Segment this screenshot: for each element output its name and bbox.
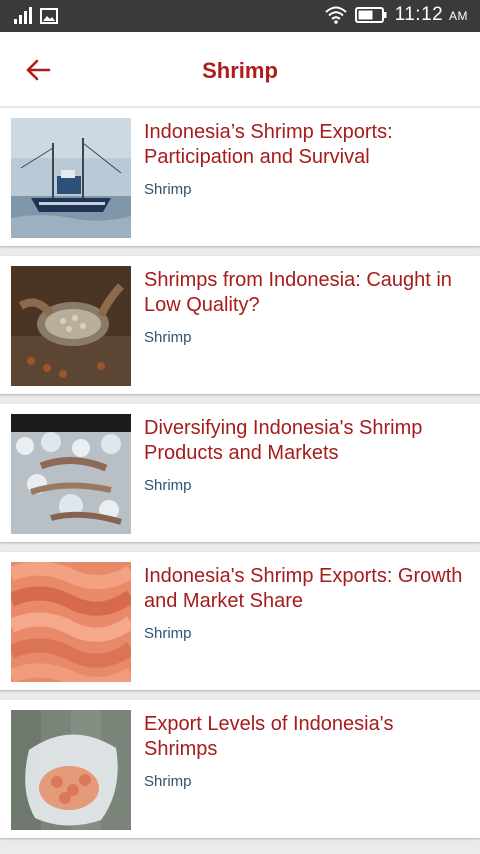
- page-title: Shrimp: [202, 58, 278, 83]
- article-card[interactable]: Diversifying Indonesia's Shrimp Products…: [0, 404, 480, 542]
- article-card[interactable]: Shrimps from Indonesia: Caught in Low Qu…: [0, 256, 480, 394]
- bagged-shrimp-photo: [11, 710, 131, 830]
- article-category[interactable]: Shrimp: [144, 329, 192, 346]
- shrimp-on-ice-photo: [11, 414, 131, 534]
- article-card[interactable]: Export Levels of Indonesia's Shrimps Shr…: [0, 700, 480, 838]
- article-title: Diversifying Indonesia's Shrimp Products…: [144, 417, 423, 464]
- article-card[interactable]: Indonesia's Shrimp Exports: Growth and M…: [0, 552, 480, 690]
- fishing-boat-photo: [11, 118, 131, 238]
- signal-icon: [14, 6, 32, 24]
- clock-ampm: AM: [449, 9, 468, 23]
- status-bar: 11:12 AM: [0, 0, 480, 32]
- gallery-icon: [40, 8, 58, 24]
- cooked-shrimp-photo: [11, 562, 131, 682]
- article-category[interactable]: Shrimp: [144, 181, 192, 198]
- clock-time: 11:12: [394, 4, 444, 25]
- wifi-icon: [324, 6, 347, 24]
- article-category[interactable]: Shrimp: [144, 477, 192, 494]
- sorting-shrimp-photo: [11, 266, 131, 386]
- article-category[interactable]: Shrimp: [144, 625, 192, 642]
- article-title: Indonesia’s Shrimp Exports: Participatio…: [144, 121, 393, 168]
- article-card[interactable]: Indonesia’s Shrimp Exports: Participatio…: [0, 108, 480, 246]
- app-bar: Shrimp: [0, 32, 480, 106]
- article-title: Export Levels of Indonesia's Shrimps: [144, 713, 394, 760]
- battery-icon: [354, 7, 387, 23]
- clock: 11:12 AM: [395, 4, 468, 26]
- article-title: Shrimps from Indonesia: Caught in Low Qu…: [144, 269, 452, 316]
- article-title: Indonesia's Shrimp Exports: Growth and M…: [144, 565, 463, 612]
- article-category[interactable]: Shrimp: [144, 773, 192, 790]
